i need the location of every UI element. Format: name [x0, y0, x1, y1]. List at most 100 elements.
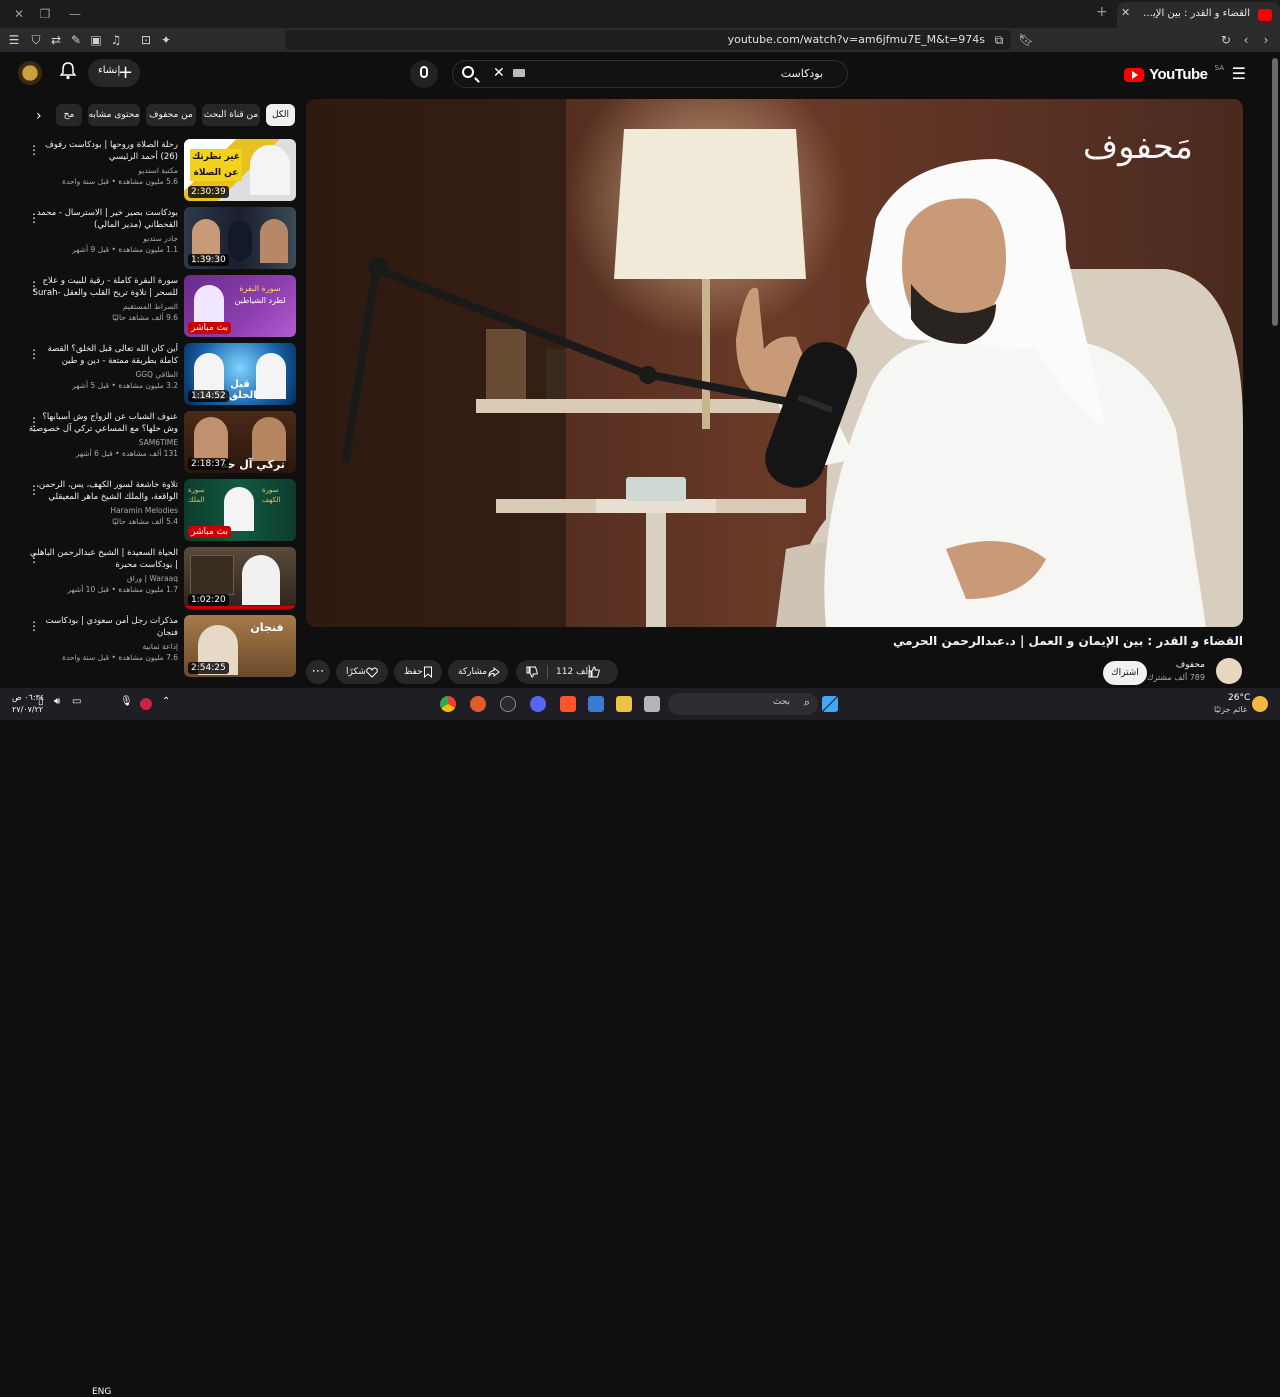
network-icon[interactable]: ▭ — [72, 696, 84, 712]
video-thumbnail[interactable]: 1:02:20 — [184, 547, 296, 609]
more-options-icon[interactable]: ⋮ — [28, 415, 40, 429]
address-bar[interactable]: youtube.com/watch?v=am6jfmu7E_M&t=974s ⧉ — [285, 30, 1011, 50]
more-options-icon[interactable]: ⋮ — [28, 143, 40, 157]
more-options-icon[interactable]: ⋮ — [28, 211, 40, 225]
new-tab-button[interactable]: + — [1096, 4, 1108, 20]
list-item[interactable]: سورة البقرة لطرد الشياطين بث مباشر سورة ا… — [14, 275, 296, 339]
close-window-icon[interactable]: ✕ — [8, 4, 30, 24]
more-options-icon[interactable]: ⋮ — [28, 483, 40, 497]
clock-date[interactable]: ٢٧/٠٧/٢٢ — [12, 705, 43, 714]
subscribe-button[interactable]: اشتراك — [1103, 661, 1147, 685]
channel-name[interactable]: Haramin Melodies — [28, 506, 178, 515]
video-player[interactable]: مَحفوف — [306, 99, 1243, 627]
chip-more[interactable]: مح — [56, 104, 82, 126]
browser-tab[interactable]: ✕ القضاء و القدر : بين الإيمان و الك — [1117, 2, 1280, 28]
video-thumbnail[interactable]: تركي آل حد 2:18:37 — [184, 411, 296, 473]
channel-name[interactable]: الصراط المستقيم — [28, 302, 178, 311]
more-options-icon[interactable]: ⋮ — [28, 279, 40, 293]
voice-search-button[interactable] — [410, 60, 438, 88]
chevron-right-icon[interactable]: › — [36, 108, 42, 124]
microsoft-store-icon[interactable] — [588, 696, 604, 712]
video-thumbnail[interactable]: غير نظرتك عن الصلاة 2:30:39 — [184, 139, 296, 201]
video-title[interactable]: مذكرات رجل أمن سعودي | بودكاست فنجان — [28, 615, 178, 639]
music-icon[interactable]: ♫ — [108, 32, 124, 48]
video-thumbnail[interactable]: سورة الملك سورة الكهف بث مباشر — [184, 479, 296, 541]
back-icon[interactable]: ‹ — [1238, 32, 1254, 48]
list-item[interactable]: سورة الملك سورة الكهف بث مباشر تلاوة خاش… — [14, 479, 296, 543]
reload-icon[interactable]: ↻ — [1218, 32, 1234, 48]
video-thumbnail[interactable]: قبل الخلق؟ 1:14:52 — [184, 343, 296, 405]
more-options-icon[interactable]: ⋮ — [28, 347, 40, 361]
windows-start-icon[interactable] — [822, 696, 838, 712]
edit-icon[interactable]: ✎ — [68, 32, 84, 48]
bookmark-icon[interactable]: 🔖︎ — [1018, 32, 1034, 48]
screenshot-icon[interactable]: ⊡ — [138, 32, 154, 48]
video-title[interactable]: عنوف الشباب عن الزواج وش أسبابها؟ وش حله… — [28, 411, 178, 435]
dislike-button[interactable] — [526, 660, 538, 684]
user-avatar[interactable] — [18, 61, 42, 85]
list-item[interactable]: فنجان 2:54:25 مذكرات رجل أمن سعودي | بود… — [14, 615, 296, 679]
chrome-icon[interactable] — [440, 696, 456, 712]
chip-from-search[interactable]: من قناة البحث — [202, 104, 260, 126]
weather-temperature[interactable]: 26°C — [1228, 693, 1250, 703]
video-thumbnail[interactable]: 1:39:30 — [184, 207, 296, 269]
thanks-button[interactable]: شكرًا — [336, 660, 388, 684]
video-title[interactable]: رحلة الصلاة وروحها | بودكاست رفوف (26) أ… — [28, 139, 178, 163]
notifications-bell-icon[interactable] — [59, 62, 77, 80]
list-item[interactable]: قبل الخلق؟ 1:14:52 أين كان الله تعالى قب… — [14, 343, 296, 407]
youtube-logo[interactable]: YouTube SA — [1124, 64, 1224, 83]
forward-icon[interactable]: › — [1258, 32, 1274, 48]
weather-icon[interactable] — [1252, 696, 1268, 712]
tray-app-icon[interactable] — [140, 698, 152, 710]
video-title[interactable]: سورة البقرة كاملة - رقية للبيت و علاج لل… — [28, 275, 178, 299]
video-thumbnail[interactable]: فنجان 2:54:25 — [184, 615, 296, 677]
extensions-icon[interactable]: ✦ — [158, 32, 174, 48]
channel-name[interactable]: جادر ستديو — [28, 234, 178, 243]
chevron-up-icon[interactable]: ⌃ — [162, 696, 174, 712]
language-indicator[interactable]: ENG — [92, 1387, 111, 1397]
volume-icon[interactable]: 🔊︎ — [54, 696, 66, 712]
brave-browser-icon[interactable] — [560, 696, 576, 712]
tab-close-icon[interactable]: ✕ — [1121, 6, 1130, 19]
share-button[interactable]: مشاركة — [448, 660, 508, 684]
create-button[interactable]: إنشاء + — [88, 59, 140, 87]
list-item[interactable]: غير نظرتك عن الصلاة 2:30:39 رحلة الصلاة و… — [14, 139, 296, 203]
channel-name[interactable]: محفوف — [1176, 660, 1205, 670]
menu-icon[interactable]: ☰ — [6, 32, 22, 48]
clear-search-icon[interactable]: ✕ — [493, 65, 505, 81]
video-title[interactable]: تلاوة خاشعة لسور الكهف، يس، الرحمن، الوا… — [28, 479, 178, 503]
chip-related[interactable]: محتوى مشابه — [88, 104, 140, 126]
chip-all[interactable]: الكل — [266, 104, 295, 126]
hamburger-menu-icon[interactable]: ☰ — [1232, 64, 1246, 83]
channel-avatar[interactable] — [1216, 658, 1242, 684]
save-button[interactable]: حفظ — [394, 660, 442, 684]
task-view-icon[interactable] — [644, 696, 660, 712]
channel-name[interactable]: إذاعة ثمانية — [28, 642, 178, 651]
weather-description[interactable]: غائم جزئيًا — [1214, 705, 1247, 714]
chip-from-channel[interactable]: من محفوف — [146, 104, 196, 126]
video-title[interactable]: أين كان الله تعالى قبل الخلق؟ القصة كامل… — [28, 343, 178, 367]
discord-icon[interactable] — [530, 696, 546, 712]
search-query[interactable]: بودكاست — [781, 67, 823, 80]
video-title[interactable]: الحياة السعيدة | الشيخ عبدالرحمن الباهلي… — [28, 547, 178, 571]
page-scrollbar[interactable] — [1272, 58, 1278, 326]
list-item[interactable]: 1:02:20 الحياة السعيدة | الشيخ عبدالرحمن… — [14, 547, 296, 611]
video-thumbnail[interactable]: سورة البقرة لطرد الشياطين بث مباشر — [184, 275, 296, 337]
taskbar-search[interactable]: بحث ⌕ — [668, 693, 818, 715]
microphone-tray-icon[interactable]: 🎙︎ — [120, 696, 133, 712]
channel-name[interactable]: SAM6TIME — [28, 438, 178, 447]
translate-icon[interactable]: ⇄ — [48, 32, 64, 48]
sidebar-icon[interactable]: ▣ — [88, 32, 104, 48]
steam-icon[interactable] — [500, 696, 516, 712]
channel-name[interactable]: Waraaq | وراق — [28, 574, 178, 583]
maximize-window-icon[interactable]: ❐ — [34, 4, 56, 24]
file-explorer-icon[interactable] — [616, 696, 632, 712]
list-item[interactable]: 1:39:30 بودكاست بصير خير | الاسترسال - م… — [14, 207, 296, 271]
list-item[interactable]: تركي آل حد 2:18:37 عنوف الشباب عن الزواج… — [14, 411, 296, 475]
shield-icon[interactable]: ⛉ — [28, 32, 44, 48]
more-actions-button[interactable]: ⋯ — [306, 660, 330, 684]
search-button[interactable] — [453, 60, 487, 88]
keyboard-icon[interactable] — [513, 69, 525, 77]
firefox-icon[interactable] — [470, 696, 486, 712]
more-options-icon[interactable]: ⋮ — [28, 551, 40, 565]
